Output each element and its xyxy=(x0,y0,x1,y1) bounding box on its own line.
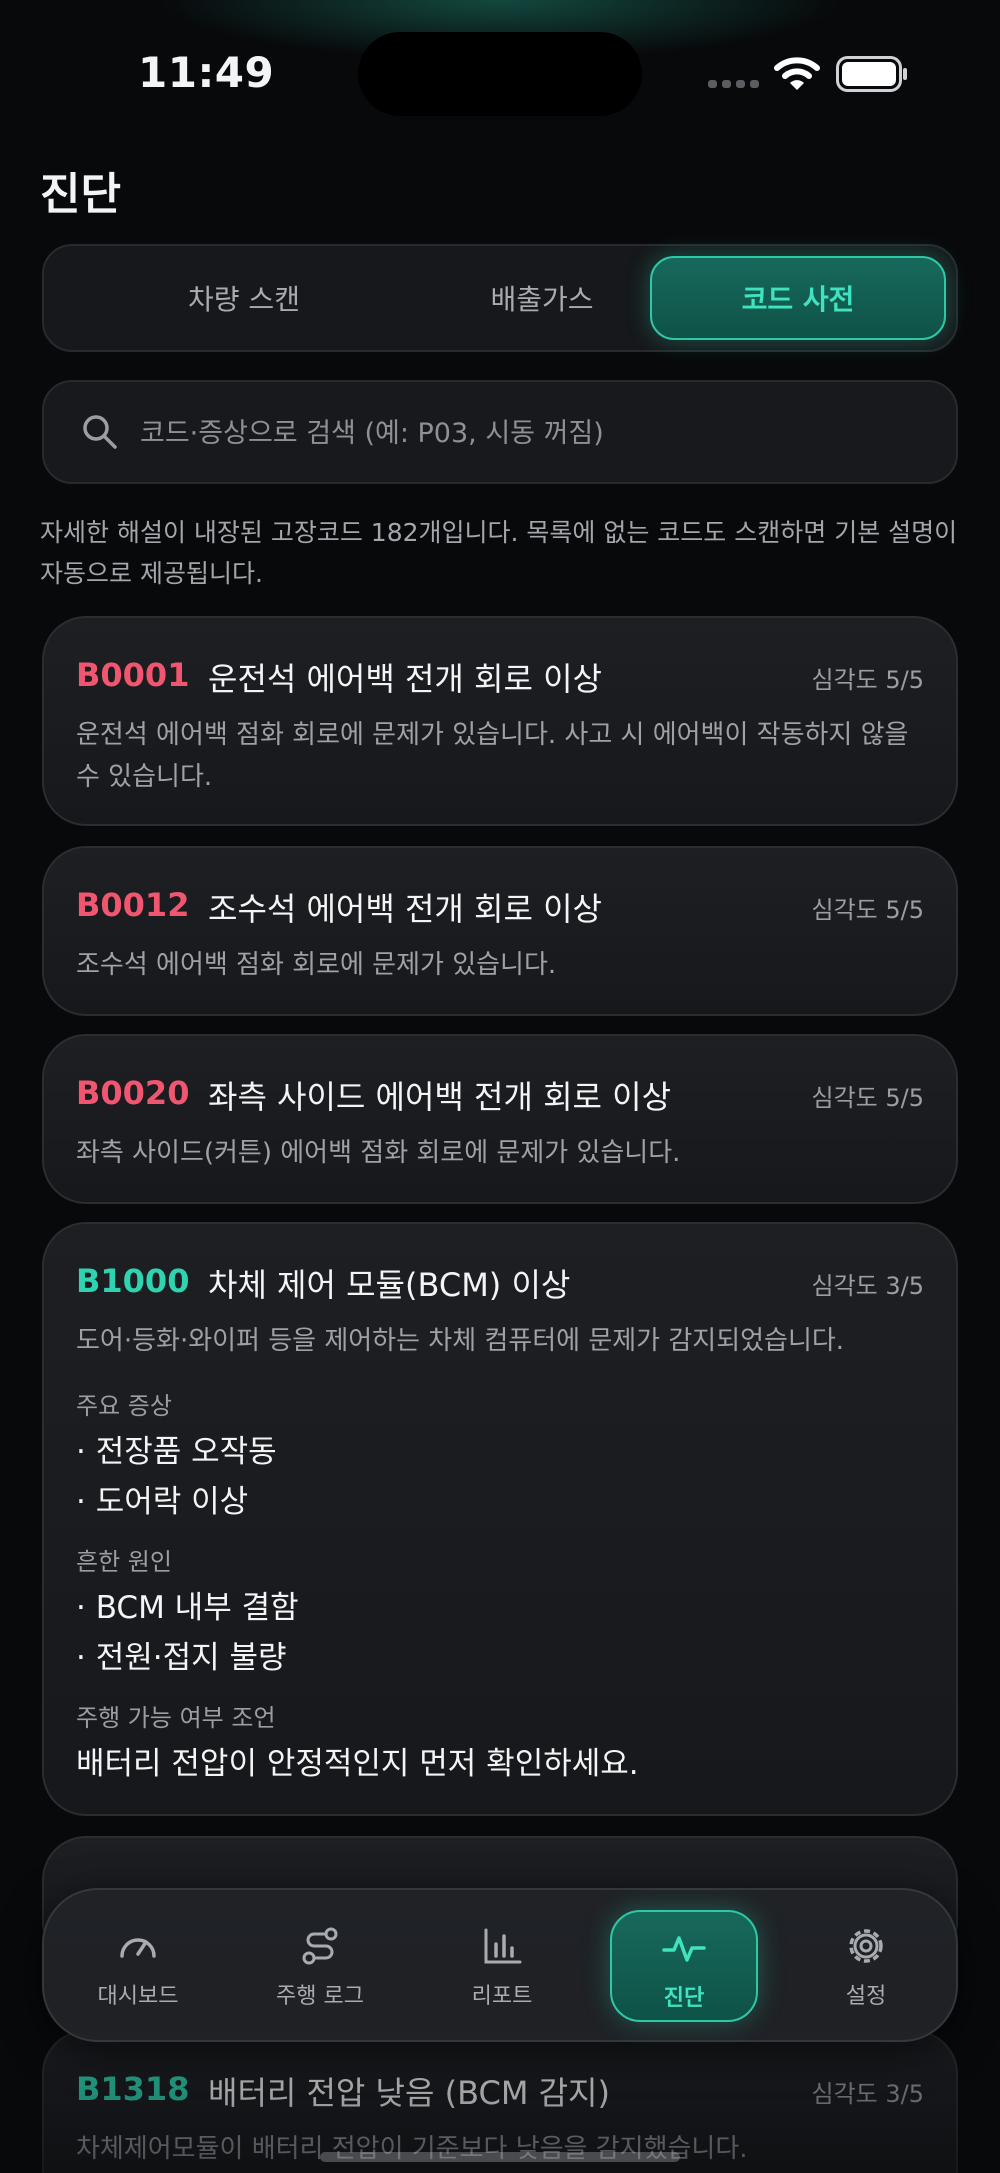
status-bar: 11:49 xyxy=(0,0,1000,150)
code-card-b0012[interactable]: B0012 조수석 에어백 전개 회로 이상 심각도 5/5 조수석 에어백 점… xyxy=(42,846,958,1016)
code-title: 차체 제어 모듈(BCM) 이상 xyxy=(208,1266,571,1304)
severity-label: 심각도 5/5 xyxy=(811,1084,925,1112)
tab-settings[interactable]: 설정 xyxy=(792,1910,940,2022)
route-icon xyxy=(302,1927,338,1965)
code-id: B0020 xyxy=(76,1074,190,1112)
code-id: B0012 xyxy=(76,886,190,924)
code-id: B0001 xyxy=(76,656,190,694)
severity-label: 심각도 3/5 xyxy=(811,1272,925,1300)
tab-label: 주행 로그 xyxy=(276,1984,364,2009)
severity-label: 심각도 5/5 xyxy=(811,896,925,924)
code-title: 좌측 사이드 에어백 전개 회로 이상 xyxy=(208,1078,672,1116)
tab-label: 설정 xyxy=(845,1984,887,2009)
gauge-icon xyxy=(120,1938,156,1958)
symptom-item: · 전장품 오작동 xyxy=(76,1434,277,1470)
dictionary-intro-text: 자세한 해설이 내장된 고장코드 182개입니다. 목록에 없는 코드도 스캔하… xyxy=(40,518,958,588)
code-id: B1000 xyxy=(76,1262,190,1300)
code-description: 운전석 에어백 점화 회로에 문제가 있습니다. 사고 시 에어백이 작동하지 … xyxy=(76,720,909,792)
bar-chart-icon xyxy=(484,1928,522,1964)
code-card-b0001[interactable]: B0001 운전석 에어백 전개 회로 이상 심각도 5/5 운전석 에어백 점… xyxy=(42,616,958,826)
tab-bar: 대시보드 주행 로그 리포트 진단 설정 xyxy=(42,1888,958,2042)
cellular-signal-icon xyxy=(708,80,760,88)
page-title: 진단 xyxy=(40,169,121,220)
pulse-icon xyxy=(662,1936,706,1962)
tab-label: 진단 xyxy=(663,1986,705,2011)
search-box xyxy=(42,380,958,484)
symptoms-label: 주요 증상 xyxy=(76,1392,172,1420)
diagnosis-segmented-control: 차량 스캔 배출가스 코드 사전 xyxy=(42,244,958,352)
tab-dashboard[interactable]: 대시보드 xyxy=(64,1910,212,2022)
home-indicator xyxy=(320,2152,680,2162)
screen: 11:49 진단 차량 스캔 배출가스 코드 사전 자세한 해설이 내장된 고장… xyxy=(0,0,1000,2173)
code-title: 운전석 에어백 전개 회로 이상 xyxy=(208,660,602,698)
code-id: B1318 xyxy=(76,2070,190,2108)
tab-label: 대시보드 xyxy=(97,1984,179,2009)
driving-advice: 배터리 전압이 안정적인지 먼저 확인하세요. xyxy=(76,1746,639,1782)
advice-label: 주행 가능 여부 조언 xyxy=(76,1704,276,1732)
cause-item: · 전원·접지 불량 xyxy=(76,1640,287,1676)
segment-vehicle-scan[interactable]: 차량 스캔 xyxy=(96,256,392,340)
tab-report[interactable]: 리포트 xyxy=(428,1910,576,2022)
tab-drive-log[interactable]: 주행 로그 xyxy=(246,1910,394,2022)
segment-code-dictionary[interactable]: 코드 사전 xyxy=(650,256,946,340)
segment-emissions[interactable]: 배출가스 xyxy=(394,256,690,340)
status-time: 11:49 xyxy=(138,48,275,97)
code-card-b0020[interactable]: B0020 좌측 사이드 에어백 전개 회로 이상 심각도 5/5 좌측 사이드… xyxy=(42,1034,958,1204)
tab-label: 리포트 xyxy=(471,1984,533,2009)
code-description: 도어·등화·와이퍼 등을 제어하는 차체 컴퓨터에 문제가 감지되었습니다. xyxy=(76,1326,845,1356)
code-title: 배터리 전압 낮음 (BCM 감지) xyxy=(208,2074,610,2112)
search-input[interactable] xyxy=(140,400,930,466)
code-description: 좌측 사이드(커튼) 에어백 점화 회로에 문제가 있습니다. xyxy=(76,1138,681,1168)
wifi-icon xyxy=(774,57,820,90)
severity-label: 심각도 5/5 xyxy=(811,666,925,694)
code-card-b1000-expanded[interactable]: B1000 차체 제어 모듈(BCM) 이상 심각도 3/5 도어·등화·와이퍼… xyxy=(42,1222,958,1816)
code-description: 차체제어모듈이 배터리 전압이 기준보다 낮음을 감지했습니다. xyxy=(76,2134,748,2164)
gear-icon xyxy=(849,1929,883,1963)
code-description: 조수석 에어백 점화 회로에 문제가 있습니다. xyxy=(76,950,557,980)
dynamic-island xyxy=(358,32,642,116)
code-title: 조수석 에어백 전개 회로 이상 xyxy=(208,890,602,928)
causes-label: 흔한 원인 xyxy=(76,1548,172,1576)
battery-icon xyxy=(836,56,907,92)
cause-item: · BCM 내부 결함 xyxy=(76,1590,299,1626)
symptom-item: · 도어락 이상 xyxy=(76,1484,249,1520)
tab-diagnosis[interactable]: 진단 xyxy=(610,1910,758,2022)
severity-label: 심각도 3/5 xyxy=(811,2080,925,2108)
search-icon xyxy=(83,415,117,449)
